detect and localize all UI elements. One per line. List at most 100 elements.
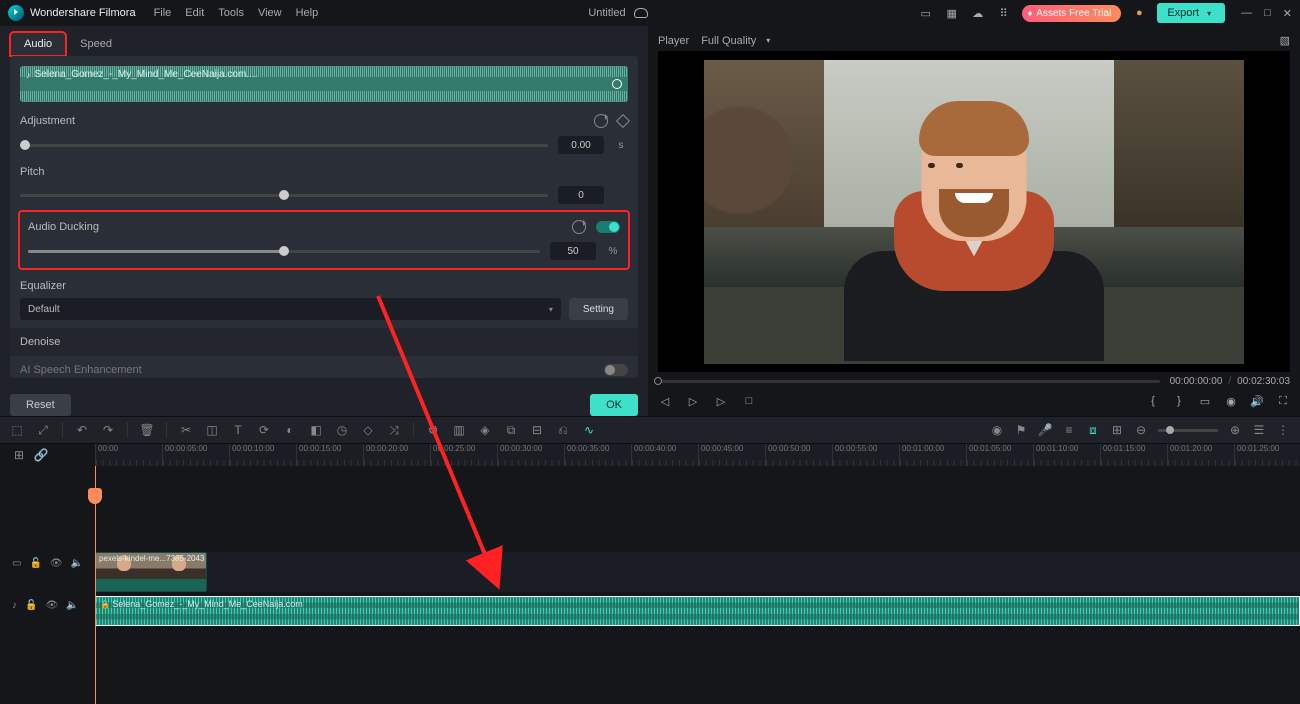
reset-button[interactable]: Reset bbox=[10, 394, 71, 416]
ducking-value[interactable]: 50 bbox=[550, 242, 596, 260]
pitch-value[interactable]: 0 bbox=[558, 186, 604, 204]
delete-icon[interactable]: 🗑 bbox=[140, 423, 154, 437]
audio-clip-preview[interactable]: Selena_Gomez_-_My_Mind_Me_CeeNaija.com..… bbox=[20, 66, 628, 102]
link-icon[interactable]: ⊞ bbox=[1110, 423, 1124, 437]
ok-button[interactable]: OK bbox=[590, 394, 638, 416]
quality-select[interactable]: Full Quality bbox=[701, 35, 770, 47]
mark-in-icon[interactable]: { bbox=[1146, 394, 1160, 408]
undo-icon[interactable]: ↶ bbox=[75, 423, 89, 437]
track-link-icon[interactable]: 🔗 bbox=[34, 448, 48, 462]
maximize-button[interactable]: □ bbox=[1264, 7, 1271, 20]
close-button[interactable]: ✕ bbox=[1283, 7, 1292, 20]
audio-lock-icon[interactable]: 🔓 bbox=[25, 600, 37, 611]
effect-icon[interactable]: ◧ bbox=[309, 423, 323, 437]
fullscreen-icon[interactable]: ⛶ bbox=[1276, 394, 1290, 408]
minimize-button[interactable]: — bbox=[1241, 7, 1252, 20]
menu-help[interactable]: Help bbox=[296, 7, 319, 19]
audio-tool-icon[interactable]: ∿ bbox=[582, 423, 596, 437]
timer-icon[interactable]: ◷ bbox=[335, 423, 349, 437]
menu-file[interactable]: File bbox=[154, 7, 172, 19]
preview-viewport[interactable] bbox=[658, 51, 1290, 372]
denoise-section[interactable]: Denoise bbox=[10, 328, 638, 356]
play-backward-button[interactable]: ▷ bbox=[686, 394, 700, 408]
marker-tool-icon[interactable]: ⚑ bbox=[1014, 423, 1028, 437]
zoom-in-icon[interactable]: ⊕ bbox=[1228, 423, 1242, 437]
voiceover-icon[interactable]: 🎤 bbox=[1038, 423, 1052, 437]
split-icon[interactable]: ⊟ bbox=[530, 423, 544, 437]
notification-icon[interactable]: ● bbox=[1131, 5, 1147, 21]
list-icon[interactable]: ☰ bbox=[1252, 423, 1266, 437]
ducking-reset-icon[interactable] bbox=[572, 220, 586, 234]
render-icon[interactable]: ◉ bbox=[990, 423, 1004, 437]
video-track[interactable]: pexels-kindel-me...7385-2043 bbox=[95, 552, 1300, 592]
clip-end-handle[interactable] bbox=[612, 79, 622, 89]
ducking-slider[interactable] bbox=[28, 250, 540, 253]
cloud-sync-icon[interactable] bbox=[634, 8, 648, 18]
pitch-slider[interactable] bbox=[20, 194, 548, 197]
motion-icon[interactable]: ⤨ bbox=[387, 423, 401, 437]
video-hide-icon[interactable]: 🔈 bbox=[71, 558, 83, 569]
track-manage-icon[interactable]: ⊞ bbox=[12, 448, 26, 462]
prev-frame-button[interactable]: ◁ bbox=[658, 394, 672, 408]
video-mute-icon[interactable]: 👁 bbox=[50, 558, 63, 569]
audio-mute-icon[interactable]: 🔈 bbox=[66, 600, 78, 611]
timeline: ⊞ 🔗 00:0000:00:05:0000:00:10:0000:00:15:… bbox=[0, 444, 1300, 704]
audio-hide-icon[interactable]: 👁 bbox=[45, 600, 58, 611]
cloud-icon[interactable]: ☁ bbox=[970, 5, 986, 21]
zoom-slider[interactable] bbox=[1158, 429, 1218, 432]
equalizer-setting-button[interactable]: Setting bbox=[569, 298, 628, 320]
snap-icon[interactable]: ⧈ bbox=[1086, 423, 1100, 437]
adjustment-value[interactable]: 0.00 bbox=[558, 136, 604, 154]
adjustment-keyframe-icon[interactable] bbox=[616, 114, 630, 128]
monitor-icon[interactable]: ▭ bbox=[918, 5, 934, 21]
audio-timeline-clip[interactable]: Selena_Gomez_-_My_Mind_Me_CeeNaija.com bbox=[95, 596, 1300, 626]
mixer-icon[interactable]: ≡ bbox=[1062, 423, 1076, 437]
tab-speed[interactable]: Speed bbox=[66, 32, 126, 56]
adjustment-slider[interactable] bbox=[20, 144, 548, 147]
menu-edit[interactable]: Edit bbox=[185, 7, 204, 19]
select-tool-icon[interactable]: ⬚ bbox=[10, 423, 24, 437]
hand-tool-icon[interactable]: ⤢ bbox=[36, 423, 50, 437]
crop-icon[interactable]: ◫ bbox=[205, 423, 219, 437]
assets-trial-badge[interactable]: Assets Free Trial bbox=[1022, 5, 1122, 22]
zoom-out-icon[interactable]: ⊖ bbox=[1134, 423, 1148, 437]
display-icon[interactable]: ▭ bbox=[1198, 394, 1212, 408]
chroma-icon[interactable]: ◈ bbox=[478, 423, 492, 437]
redo-icon[interactable]: ↷ bbox=[101, 423, 115, 437]
menu-view[interactable]: View bbox=[258, 7, 282, 19]
audio-track[interactable]: Selena_Gomez_-_My_Mind_Me_CeeNaija.com bbox=[95, 596, 1300, 626]
adjust-icon[interactable]: ⚙ bbox=[426, 423, 440, 437]
video-track-icon: ▭ bbox=[12, 558, 21, 569]
volume-icon[interactable]: 🔊 bbox=[1250, 394, 1264, 408]
apps-icon[interactable]: ⠿ bbox=[996, 5, 1012, 21]
video-lock-icon[interactable]: 🔓 bbox=[29, 558, 41, 569]
audio-ducking-label: Audio Ducking bbox=[28, 221, 99, 233]
adjustment-reset-icon[interactable] bbox=[594, 114, 608, 128]
snapshot-icon[interactable]: ◉ bbox=[1224, 394, 1238, 408]
color-icon[interactable]: ◐ bbox=[283, 423, 297, 437]
detach-icon[interactable]: ⎌ bbox=[556, 423, 570, 437]
speed-icon[interactable]: ⟳ bbox=[257, 423, 271, 437]
playhead[interactable] bbox=[95, 466, 96, 704]
settings-icon[interactable]: ⋮ bbox=[1276, 423, 1290, 437]
menu-tools[interactable]: Tools bbox=[218, 7, 244, 19]
stop-button[interactable]: □ bbox=[742, 394, 756, 408]
ducking-toggle[interactable] bbox=[596, 221, 620, 233]
text-icon[interactable]: T bbox=[231, 423, 245, 437]
video-clip[interactable]: pexels-kindel-me...7385-2043 bbox=[95, 552, 207, 592]
snapshot-settings-icon[interactable]: ▧ bbox=[1280, 34, 1290, 47]
export-button[interactable]: Export bbox=[1157, 3, 1225, 23]
image-icon[interactable]: ▦ bbox=[944, 5, 960, 21]
tab-audio[interactable]: Audio bbox=[10, 32, 66, 56]
mask-icon[interactable]: ▥ bbox=[452, 423, 466, 437]
time-ruler[interactable]: 00:0000:00:05:0000:00:10:0000:00:15:0000… bbox=[95, 444, 1300, 466]
ai-speech-toggle[interactable] bbox=[604, 364, 628, 376]
keyframe-tool-icon[interactable]: ◇ bbox=[361, 423, 375, 437]
scrub-bar[interactable] bbox=[658, 380, 1160, 383]
group-icon[interactable]: ⧉ bbox=[504, 423, 518, 437]
timecode-current: 00:00:00:00 bbox=[1170, 376, 1223, 387]
equalizer-preset-select[interactable]: Default bbox=[20, 298, 561, 320]
play-button[interactable]: ▷ bbox=[714, 394, 728, 408]
cut-icon[interactable]: ✂ bbox=[179, 423, 193, 437]
mark-out-icon[interactable]: } bbox=[1172, 394, 1186, 408]
